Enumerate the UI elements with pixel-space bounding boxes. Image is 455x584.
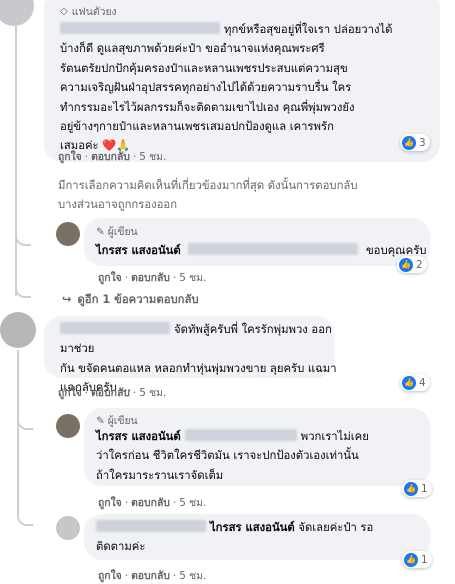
- reply-button[interactable]: ตอบกลับ: [131, 272, 170, 284]
- author-name-redacted[interactable]: [96, 520, 206, 532]
- reaction-count[interactable]: 👍 2: [397, 256, 427, 273]
- pen-icon: ✎: [96, 225, 105, 238]
- reply-actions: ถูกใจ · ตอบกลับ · 5 ชม.: [98, 570, 207, 582]
- comment-actions: ถูกใจ · ตอบกลับ · 5 ชม.: [58, 151, 167, 163]
- top-fan-badge: ◇ แฟนตัวยง: [60, 6, 117, 18]
- like-icon: 👍: [404, 481, 418, 496]
- thread-connector: [17, 510, 33, 526]
- reply-arrow-icon: ↪: [62, 292, 72, 306]
- reply-text: ไกรสร แสงอนันต์ จัดเลยค่ะป๋า รอ ติดตามค่…: [96, 520, 374, 554]
- like-icon: 👍: [402, 135, 416, 150]
- thread-connector: [15, 230, 31, 246]
- comment-bubble: จัดทัพสู้ครับพี่ ใครรักพุ่มพวง ออกมาช่วย…: [44, 316, 337, 394]
- pen-icon: ✎: [96, 414, 105, 427]
- like-button[interactable]: ถูกใจ: [58, 151, 82, 163]
- reply-actions: ถูกใจ · ตอบกลับ · 5 ชม.: [98, 497, 207, 509]
- timestamp[interactable]: 5 ชม.: [179, 272, 206, 284]
- timestamp[interactable]: 5 ชม.: [139, 387, 166, 399]
- replier-avatar[interactable]: [56, 516, 80, 540]
- reply-actions: ถูกใจ · ตอบกลับ · 5 ชม.: [98, 272, 207, 284]
- author-name[interactable]: ไกรสร แสงอนันต์: [96, 430, 181, 443]
- reply-bubble: ไกรสร แสงอนันต์ จัดเลยค่ะป๋า รอ ติดตามค่…: [84, 514, 430, 560]
- like-icon: 👍: [402, 375, 416, 390]
- timestamp[interactable]: 5 ชม.: [139, 151, 166, 163]
- commenter-avatar[interactable]: [0, 312, 36, 348]
- author-avatar[interactable]: [56, 222, 80, 246]
- filter-notice: มีการเลือกความคิดเห็นที่เกี่ยวข้องมากที่…: [58, 179, 358, 212]
- like-icon: 👍: [399, 257, 413, 272]
- like-button[interactable]: ถูกใจ: [98, 570, 122, 582]
- reaction-count[interactable]: 👍 4: [400, 374, 430, 391]
- like-icon: 👍: [404, 552, 418, 567]
- reaction-count[interactable]: 👍 1: [402, 480, 432, 497]
- mention-redacted[interactable]: [184, 429, 297, 441]
- like-button[interactable]: ถูกใจ: [98, 497, 122, 509]
- mention-link[interactable]: ไกรสร แสงอนันต์: [210, 521, 295, 534]
- author-avatar[interactable]: [56, 414, 80, 438]
- reaction-count[interactable]: 👍 3: [400, 134, 430, 151]
- reply-button[interactable]: ตอบกลับ: [91, 387, 130, 399]
- commenter-avatar[interactable]: [0, 0, 34, 26]
- comment-text: ทุกข์หรือสุขอยู่ที่ใจเรา ปล่อยวางได้ บ้า…: [60, 22, 393, 153]
- reaction-count[interactable]: 👍 1: [402, 551, 432, 568]
- like-button[interactable]: ถูกใจ: [98, 272, 122, 284]
- author-name-redacted[interactable]: [60, 22, 220, 34]
- reply-button[interactable]: ตอบกลับ: [131, 497, 170, 509]
- author-badge: ✎ ผู้เขียน: [96, 225, 138, 239]
- mention-redacted[interactable]: [188, 243, 359, 255]
- comment-bubble: ◇ แฟนตัวยง ทุกข์หรือสุขอยู่ที่ใจเรา ปล่อ…: [44, 0, 440, 162]
- reply-button[interactable]: ตอบกลับ: [91, 151, 130, 163]
- author-name-redacted[interactable]: [60, 322, 170, 334]
- thread-line: [17, 350, 19, 514]
- thread-connector: [15, 280, 31, 298]
- reply-button[interactable]: ตอบกลับ: [131, 570, 170, 582]
- author-name[interactable]: ไกรสร แสงอนันต์: [96, 244, 181, 257]
- view-more-replies[interactable]: ↪ ดูอีก 1 ข้อความตอบกลับ: [62, 290, 199, 308]
- timestamp[interactable]: 5 ชม.: [179, 497, 206, 509]
- thread-connector: [17, 414, 33, 430]
- thread-line: [15, 26, 17, 296]
- reply-bubble: ✎ ผู้เขียน ไกรสร แสงอนันต์ พวกเราไม่เคย ว่…: [84, 408, 430, 486]
- diamond-icon: ◇: [60, 6, 68, 17]
- reply-bubble: ✎ ผู้เขียน ไกรสร แสงอนันต์ ขอบคุณครับ: [84, 218, 430, 266]
- comment-actions: ถูกใจ · ตอบกลับ · 5 ชม.: [58, 387, 167, 399]
- like-button[interactable]: ถูกใจ: [58, 387, 82, 399]
- reply-text: ไกรสร แสงอนันต์ พวกเราไม่เคย ว่าใครก่อน ช…: [96, 429, 369, 482]
- timestamp[interactable]: 5 ชม.: [179, 570, 206, 582]
